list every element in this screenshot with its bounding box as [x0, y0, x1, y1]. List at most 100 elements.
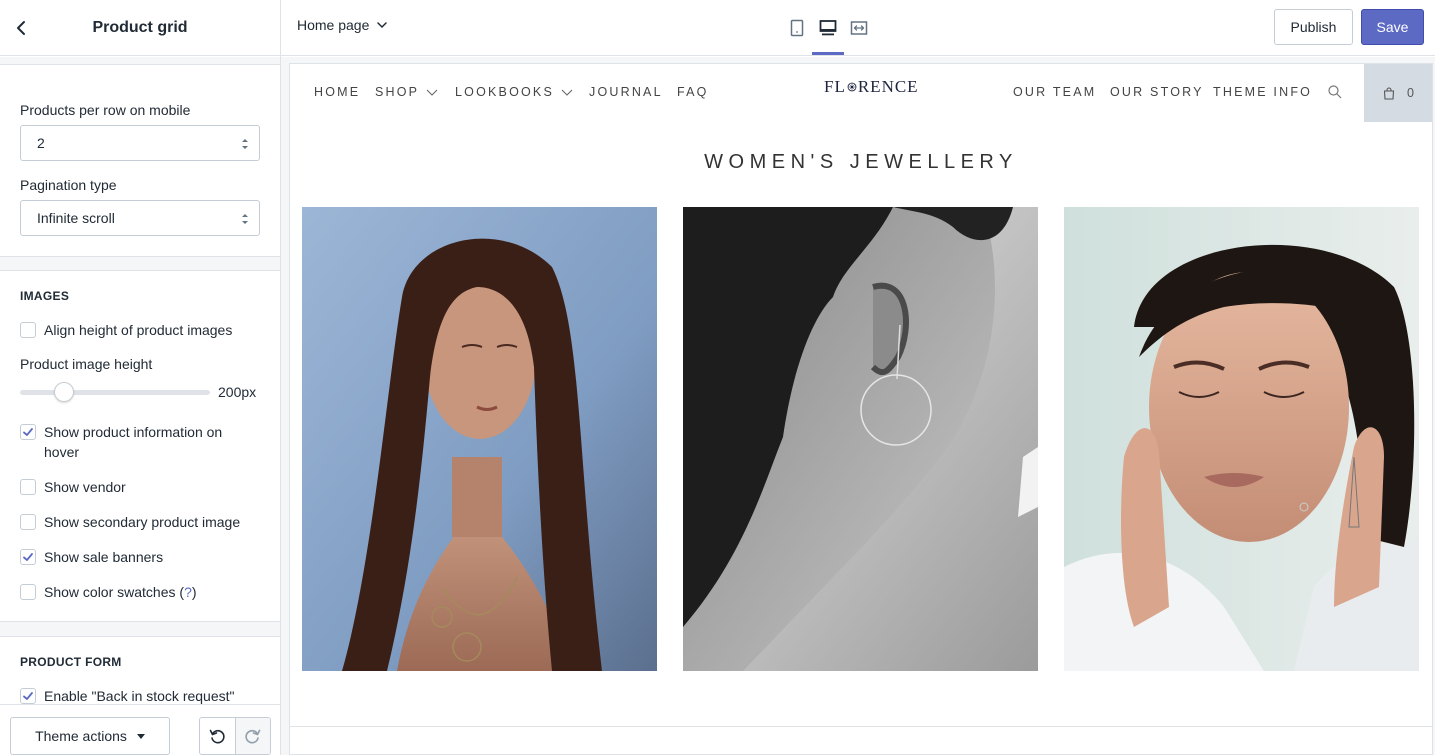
nav-lookbooks[interactable]: LOOKBOOKS	[455, 85, 573, 99]
theme-actions-button[interactable]: Theme actions	[10, 717, 170, 755]
redo-icon	[245, 729, 261, 744]
show-color-swatches-text: Show color swatches (	[44, 584, 185, 600]
image-height-label: Product image height	[20, 356, 153, 372]
expand-width-icon	[850, 21, 868, 35]
help-link[interactable]: ?	[184, 584, 192, 600]
nav-our-story[interactable]: OUR STORY	[1110, 85, 1204, 99]
show-color-swatches-label: Show color swatches (?)	[44, 582, 197, 602]
cart-count: 0	[1407, 86, 1415, 100]
images-section-heading: IMAGES	[20, 289, 70, 303]
back-in-stock-checkbox-row[interactable]: Enable "Back in stock request"	[20, 687, 260, 704]
slider-thumb[interactable]	[54, 382, 74, 402]
show-sale-banners-checkbox[interactable]	[20, 549, 36, 565]
show-secondary-image-checkbox-row[interactable]: Show secondary product image	[20, 513, 260, 532]
storefront-preview[interactable]: HOME SHOP LOOKBOOKS JOURNAL FAQ FL RENCE…	[289, 63, 1433, 755]
show-vendor-checkbox-row[interactable]: Show vendor	[20, 478, 260, 497]
mobile-view-button[interactable]	[785, 16, 809, 40]
undo-button[interactable]	[200, 718, 235, 754]
show-color-swatches-checkbox-row[interactable]: Show color swatches (?)	[20, 583, 260, 602]
show-sale-banners-checkbox-row[interactable]: Show sale banners	[20, 548, 260, 567]
flower-logo-icon	[847, 82, 857, 92]
mobile-icon	[790, 19, 804, 37]
checkmark-icon	[23, 428, 33, 436]
store-logo[interactable]: FL RENCE	[824, 77, 919, 97]
nav-our-team[interactable]: OUR TEAM	[1013, 85, 1096, 99]
chevron-down-icon	[561, 89, 573, 96]
show-sale-banners-label: Show sale banners	[44, 549, 164, 565]
theme-editor-sidebar: Product grid Products per row on mobile …	[0, 0, 281, 755]
back-in-stock-checkbox[interactable]	[20, 688, 36, 704]
align-height-checkbox-row[interactable]: Align height of product images	[20, 321, 260, 340]
nav-lookbooks-label: LOOKBOOKS	[455, 85, 554, 99]
collection-title: WOMEN'S JEWELLERY	[704, 151, 1018, 173]
products-per-row-label: Products per row on mobile	[20, 102, 191, 118]
nav-journal[interactable]: JOURNAL	[589, 85, 663, 99]
section-divider	[290, 726, 1432, 727]
nav-shop[interactable]: SHOP	[375, 85, 438, 99]
product-image-2[interactable]	[683, 207, 1038, 671]
pagination-type-value: Infinite scroll	[37, 210, 115, 226]
nav-theme-info[interactable]: THEME INFO	[1213, 85, 1312, 99]
back-in-stock-label: Enable "Back in stock request"	[44, 688, 235, 704]
sidebar-header: Product grid	[0, 0, 280, 56]
show-secondary-image-checkbox[interactable]	[20, 514, 36, 530]
checkmark-icon	[23, 692, 33, 700]
product-photo	[302, 207, 657, 671]
product-image-1[interactable]	[302, 207, 657, 671]
chevron-left-icon	[17, 21, 25, 35]
caret-down-icon	[136, 733, 145, 739]
undo-redo-group	[199, 717, 271, 755]
select-arrows-icon	[242, 139, 248, 149]
settings-card-product-form: PRODUCT FORM Enable "Back in stock reque…	[0, 636, 280, 704]
search-icon[interactable]	[1327, 84, 1343, 100]
nav-home[interactable]: HOME	[314, 85, 360, 99]
show-info-hover-checkbox-row[interactable]: Show product information on hover	[20, 423, 260, 462]
products-per-row-select[interactable]: 2	[20, 125, 260, 161]
show-color-swatches-checkbox[interactable]	[20, 584, 36, 600]
pagination-type-select[interactable]: Infinite scroll	[20, 200, 260, 236]
show-vendor-label: Show vendor	[44, 479, 126, 495]
sidebar-settings-scroll[interactable]: Products per row on mobile 2 Pagination …	[0, 57, 280, 704]
publish-button[interactable]: Publish	[1274, 9, 1353, 45]
slider-track	[20, 390, 210, 395]
logo-text-end: RENCE	[857, 77, 919, 96]
chevron-down-icon	[377, 21, 388, 28]
sidebar-title: Product grid	[92, 18, 188, 36]
pagination-type-label: Pagination type	[20, 177, 117, 193]
align-height-label: Align height of product images	[44, 322, 233, 338]
show-color-swatches-close: )	[191, 584, 197, 600]
page-selector[interactable]: Home page	[297, 17, 388, 33]
product-form-section-heading: PRODUCT FORM	[20, 655, 122, 669]
page-selector-label: Home page	[297, 17, 370, 33]
settings-card-layout: Products per row on mobile 2 Pagination …	[0, 64, 280, 257]
shopping-bag-icon	[1383, 86, 1395, 100]
settings-card-images: IMAGES Align height of product images Pr…	[0, 270, 280, 622]
back-button[interactable]	[8, 14, 34, 42]
show-vendor-checkbox[interactable]	[20, 479, 36, 495]
image-height-slider[interactable]	[20, 382, 210, 402]
checkmark-icon	[23, 553, 33, 561]
cart-button[interactable]: 0	[1364, 64, 1432, 122]
products-per-row-value: 2	[37, 135, 45, 151]
nav-faq[interactable]: FAQ	[677, 85, 709, 99]
select-arrows-icon	[242, 214, 248, 224]
product-photo	[683, 207, 1038, 671]
save-button[interactable]: Save	[1361, 9, 1424, 45]
product-image-3[interactable]	[1064, 207, 1419, 671]
desktop-view-button[interactable]	[816, 16, 840, 40]
undo-icon	[210, 729, 226, 744]
redo-button[interactable]	[234, 718, 270, 754]
chevron-down-icon	[426, 89, 438, 96]
editor-topbar: Home page Publish Save	[281, 0, 1435, 56]
active-device-indicator	[812, 52, 844, 55]
show-info-hover-checkbox[interactable]	[20, 424, 36, 440]
full-width-view-button[interactable]	[847, 16, 871, 40]
desktop-icon	[819, 20, 837, 36]
sidebar-footer: Theme actions	[0, 704, 280, 755]
nav-shop-label: SHOP	[375, 85, 420, 99]
logo-text-start: FL	[824, 77, 846, 96]
theme-actions-label: Theme actions	[35, 728, 127, 744]
product-photo	[1064, 207, 1419, 671]
align-height-checkbox[interactable]	[20, 322, 36, 338]
show-info-hover-label: Show product information on hover	[44, 424, 223, 460]
